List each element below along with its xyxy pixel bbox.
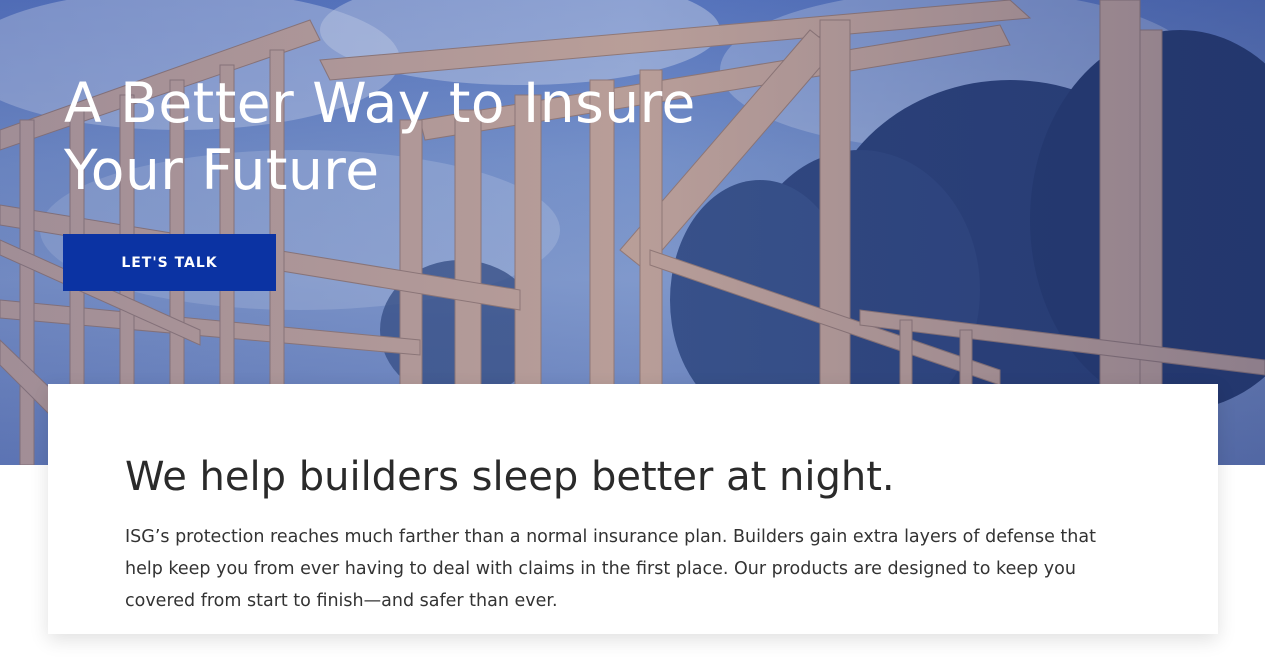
intro-body-text: ISG’s protection reaches much farther th… [125, 527, 1096, 611]
hero-title: A Better Way to Insure Your Future [64, 71, 696, 202]
lets-talk-button[interactable]: LET'S TALK [63, 234, 276, 291]
intro-heading: We help builders sleep better at night. [125, 454, 895, 500]
intro-card: We help builders sleep better at night. … [48, 384, 1218, 634]
page: A Better Way to Insure Your Future LET'S… [0, 0, 1265, 671]
